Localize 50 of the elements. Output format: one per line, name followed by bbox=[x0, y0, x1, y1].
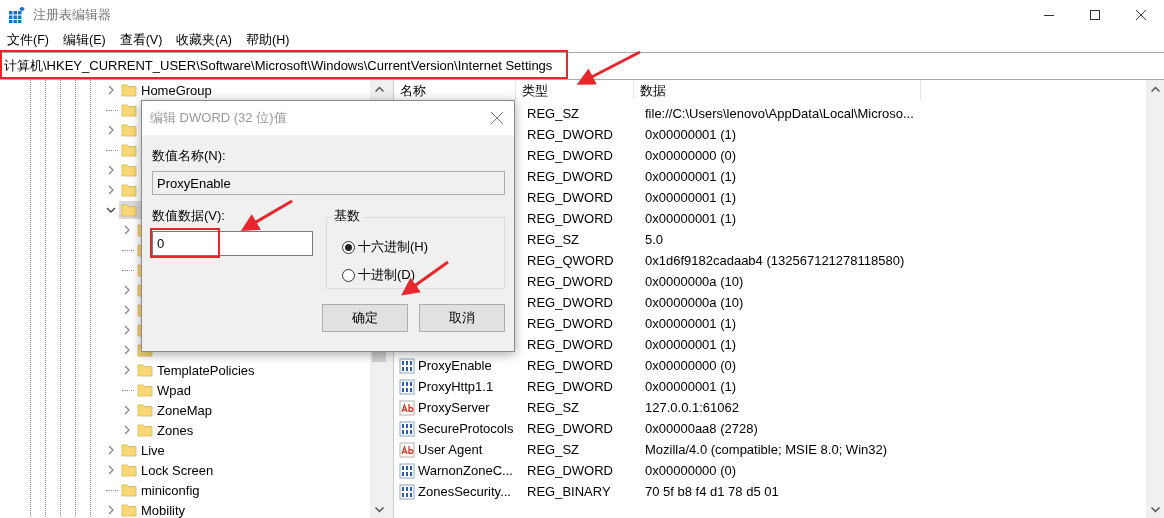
value-type: REG_DWORD bbox=[526, 127, 614, 142]
field-label: 数值名称(N): bbox=[152, 147, 226, 165]
value-name: ProxyEnable bbox=[417, 358, 492, 373]
value-type: REG_SZ bbox=[526, 232, 580, 247]
value-type: REG_DWORD bbox=[526, 337, 614, 352]
value-data: 0x00000000 (0) bbox=[644, 463, 737, 478]
value-data: 0x00000001 (1) bbox=[644, 127, 737, 142]
value-data: 0x00000001 (1) bbox=[644, 316, 737, 331]
value-name: SecureProtocols bbox=[417, 421, 514, 436]
value-data: 0x00000aa8 (2728) bbox=[644, 421, 758, 436]
value-data: 127.0.0.1:61062 bbox=[644, 400, 739, 415]
value-type: REG_DWORD bbox=[526, 274, 614, 289]
value-data: 0x00000001 (1) bbox=[644, 169, 737, 184]
value-data: 0x1d6f9182cadaab4 (132567121278118580) bbox=[644, 253, 905, 268]
value-name: User Agent bbox=[417, 442, 483, 457]
value-data: 70 5f b8 f4 d1 78 d5 01 bbox=[644, 484, 779, 499]
value-name: ProxyHttp1.1 bbox=[417, 379, 494, 394]
value-type: REG_DWORD bbox=[526, 148, 614, 163]
value-type: REG_DWORD bbox=[526, 316, 614, 331]
value-data: 5.0 bbox=[644, 232, 664, 247]
value-data: 0x00000001 (1) bbox=[644, 337, 737, 352]
value-data: 0x00000000 (0) bbox=[644, 358, 737, 373]
window-title: 注册表编辑器 bbox=[33, 6, 112, 24]
value-name: ZonesSecurity... bbox=[417, 484, 511, 499]
value-type: REG_SZ bbox=[526, 400, 580, 415]
value-type: REG_DWORD bbox=[526, 358, 614, 373]
value-type: REG_DWORD bbox=[526, 421, 614, 436]
value-data: 0x0000000a (10) bbox=[644, 274, 744, 289]
value-type: REG_DWORD bbox=[526, 169, 614, 184]
value-type: REG_DWORD bbox=[526, 463, 614, 478]
dialog-title: 编辑 DWORD (32 位)值 bbox=[150, 109, 287, 127]
value-data: 0x0000000a (10) bbox=[644, 295, 744, 310]
value-type: REG_BINARY bbox=[526, 484, 612, 499]
value-type: REG_DWORD bbox=[526, 190, 614, 205]
value-data: Mozilla/4.0 (compatible; MSIE 8.0; Win32) bbox=[644, 442, 888, 457]
value-type: REG_DWORD bbox=[526, 295, 614, 310]
value-data: file://C:\Users\lenovo\AppData\Local\Microso... bbox=[644, 106, 914, 121]
value-data: 0x00000001 (1) bbox=[644, 190, 737, 205]
value-data: 0x00000001 (1) bbox=[644, 211, 737, 226]
field-label: 数值数据(V): bbox=[152, 207, 225, 225]
group-title: 基数 bbox=[331, 207, 363, 225]
value-type: REG_SZ bbox=[526, 106, 580, 121]
value-data: 0x00000001 (1) bbox=[644, 379, 737, 394]
value-type: REG_SZ bbox=[526, 442, 580, 457]
value-name: WarnonZoneC... bbox=[417, 463, 513, 478]
value-type: REG_DWORD bbox=[526, 211, 614, 226]
value-type: REG_DWORD bbox=[526, 379, 614, 394]
value-name: ProxyServer bbox=[417, 400, 490, 415]
value-type: REG_QWORD bbox=[526, 253, 615, 268]
value-data: 0x00000000 (0) bbox=[644, 148, 737, 163]
